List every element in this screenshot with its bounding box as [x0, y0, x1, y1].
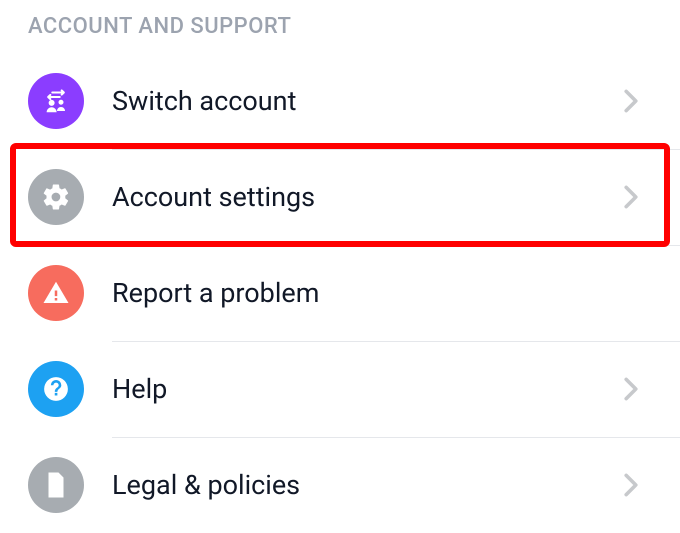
row-label: Help — [112, 373, 610, 405]
row-report-problem[interactable]: Report a problem — [0, 245, 680, 341]
chevron-right-icon — [622, 377, 640, 401]
question-icon — [28, 361, 84, 417]
row-label: Account settings — [112, 181, 610, 213]
row-account-settings[interactable]: Account settings — [0, 149, 680, 245]
settings-list: Switch account Account settings Report a… — [0, 53, 680, 533]
chevron-right-icon — [622, 89, 640, 113]
people-swap-icon — [28, 73, 84, 129]
row-label: Switch account — [112, 85, 610, 117]
row-label: Report a problem — [112, 277, 640, 309]
chevron-right-icon — [622, 185, 640, 209]
row-switch-account[interactable]: Switch account — [0, 53, 680, 149]
row-label: Legal & policies — [112, 469, 610, 501]
row-legal-policies[interactable]: Legal & policies — [0, 437, 680, 533]
warning-icon — [28, 265, 84, 321]
gear-icon — [28, 169, 84, 225]
document-icon — [28, 457, 84, 513]
row-help[interactable]: Help — [0, 341, 680, 437]
section-header: ACCOUNT AND SUPPORT — [0, 0, 680, 53]
chevron-right-icon — [622, 473, 640, 497]
